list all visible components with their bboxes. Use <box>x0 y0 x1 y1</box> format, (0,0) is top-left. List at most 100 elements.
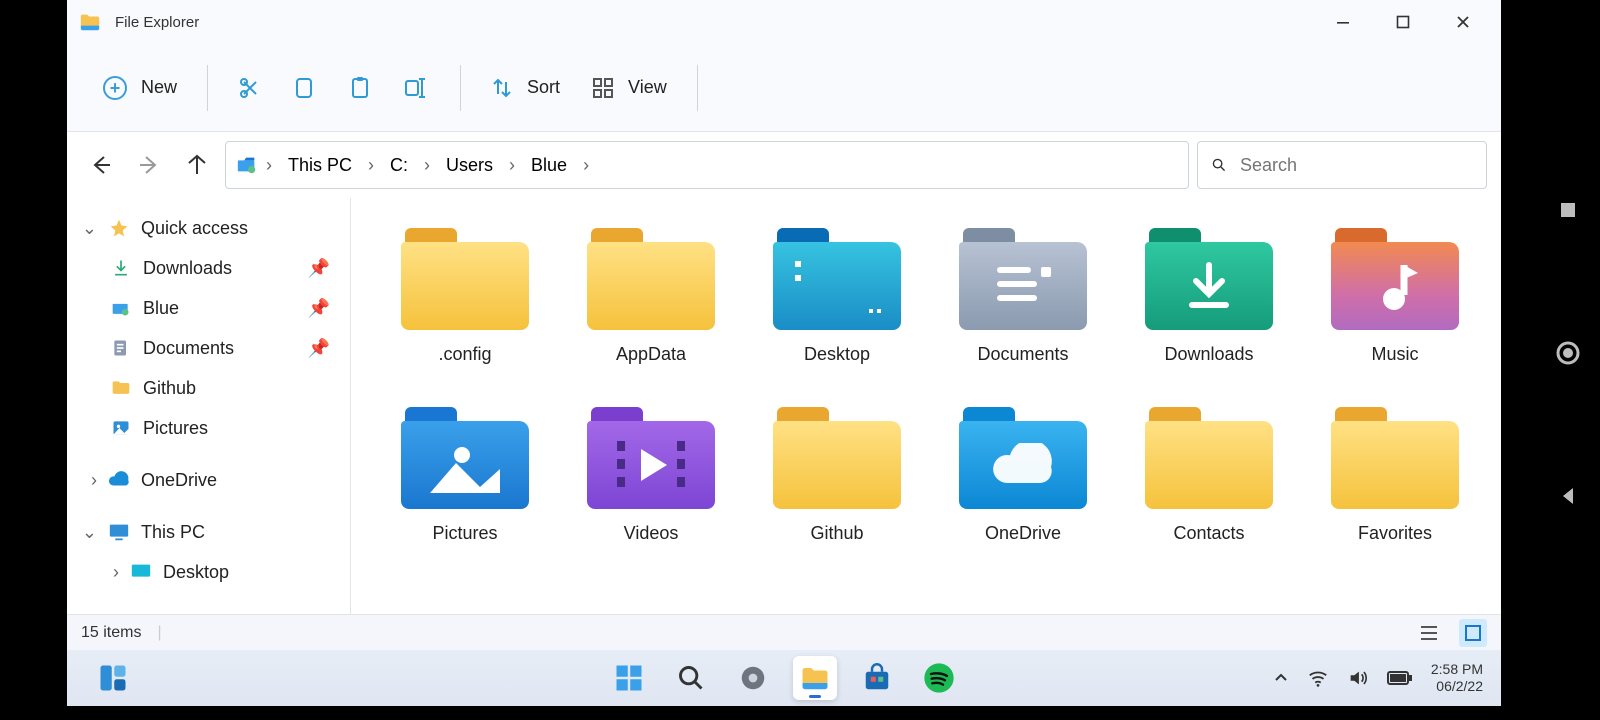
view-button[interactable]: View <box>576 65 683 111</box>
sidebar-onedrive[interactable]: › OneDrive <box>67 460 350 500</box>
folder-icon <box>401 228 529 330</box>
sidebar-item-desktop[interactable]: › Desktop <box>67 552 350 592</box>
start-button[interactable] <box>607 656 651 700</box>
time: 2:58 PM <box>1431 661 1483 679</box>
file-explorer-taskbar[interactable] <box>793 656 837 700</box>
minimize-button[interactable] <box>1313 0 1373 44</box>
arrow-right-icon <box>138 154 160 176</box>
crumb-blue[interactable]: Blue <box>523 151 575 180</box>
folder-item[interactable]: Desktop <box>747 222 927 371</box>
copy-button[interactable] <box>278 65 332 111</box>
search-icon <box>677 664 705 692</box>
address-bar[interactable]: › This PC › C: › Users › Blue › <box>225 141 1189 189</box>
clock[interactable]: 2:58 PM 06/2/22 <box>1431 661 1483 696</box>
store-button[interactable] <box>855 656 899 700</box>
item-count: 15 items <box>81 624 141 642</box>
toolbar: + New Sort View <box>67 44 1501 132</box>
folder-label: Desktop <box>804 344 870 365</box>
folder-label: Documents <box>977 344 1068 365</box>
home-button[interactable] <box>1554 339 1582 367</box>
folder-icon <box>587 407 715 509</box>
folder-icon <box>1145 407 1273 509</box>
back-button[interactable] <box>81 145 121 185</box>
crumb-this-pc[interactable]: This PC <box>280 151 360 180</box>
sidebar-item-blue[interactable]: Blue 📌 <box>67 288 350 328</box>
folder-item[interactable]: AppData <box>561 222 741 371</box>
new-label: New <box>141 77 177 98</box>
back-button[interactable] <box>1557 485 1579 507</box>
sidebar-item-label: Documents <box>143 338 234 359</box>
rename-button[interactable] <box>388 65 446 111</box>
chevron-right-icon: › <box>67 470 97 491</box>
chevron-right-icon: › <box>507 155 517 176</box>
new-button[interactable]: + New <box>87 65 193 111</box>
forward-button[interactable] <box>129 145 169 185</box>
close-button[interactable] <box>1433 0 1493 44</box>
maximize-button[interactable] <box>1373 0 1433 44</box>
sidebar-item-github[interactable]: Github <box>67 368 350 408</box>
device-navbar <box>1536 0 1600 706</box>
search-box[interactable] <box>1197 141 1487 189</box>
volume-icon[interactable] <box>1347 667 1369 689</box>
arrow-up-icon <box>186 154 208 176</box>
folder-item[interactable]: Downloads <box>1119 222 1299 371</box>
search-button[interactable] <box>669 656 713 700</box>
date: 06/2/22 <box>1431 678 1483 696</box>
gear-icon <box>738 663 768 693</box>
divider <box>697 65 698 111</box>
folder-item[interactable]: .config <box>375 222 555 371</box>
folder-icon <box>1331 407 1459 509</box>
wifi-icon[interactable] <box>1307 667 1329 689</box>
spotify-button[interactable] <box>917 656 961 700</box>
sidebar-item-downloads[interactable]: Downloads 📌 <box>67 248 350 288</box>
folder-icon <box>773 407 901 509</box>
folder-item[interactable]: Music <box>1305 222 1485 371</box>
title-bar: File Explorer <box>67 0 1501 44</box>
sort-button[interactable]: Sort <box>475 65 576 111</box>
crumb-users[interactable]: Users <box>438 151 501 180</box>
grid-icon <box>1463 623 1483 643</box>
sidebar-item-documents[interactable]: Documents 📌 <box>67 328 350 368</box>
widgets-button[interactable] <box>91 656 135 700</box>
folder-item[interactable]: Contacts <box>1119 401 1299 550</box>
folder-label: Github <box>810 523 863 544</box>
pin-icon: 📌 <box>308 258 340 279</box>
search-input[interactable] <box>1240 155 1472 176</box>
sidebar-item-label: Pictures <box>143 418 208 439</box>
folder-icon <box>107 378 135 398</box>
folder-item[interactable]: Favorites <box>1305 401 1485 550</box>
sidebar-this-pc[interactable]: ⌄ This PC <box>67 512 350 552</box>
sidebar-quick-access[interactable]: ⌄ Quick access <box>67 208 350 248</box>
crumb-c[interactable]: C: <box>382 151 416 180</box>
folder-icon <box>959 407 1087 509</box>
folder-icon <box>401 407 529 509</box>
folder-label: Favorites <box>1358 523 1432 544</box>
tray-chevron-up-icon[interactable] <box>1273 670 1289 686</box>
folder-label: Videos <box>624 523 679 544</box>
pin-icon: 📌 <box>308 338 340 359</box>
folder-item[interactable]: Pictures <box>375 401 555 550</box>
desktop-icon <box>127 561 155 583</box>
folder-item[interactable]: Github <box>747 401 927 550</box>
paste-button[interactable] <box>332 65 388 111</box>
sidebar-item-label: Blue <box>143 298 179 319</box>
folder-icon <box>959 228 1087 330</box>
view-label: View <box>628 77 667 98</box>
sidebar-item-label: Downloads <box>143 258 232 279</box>
up-button[interactable] <box>177 145 217 185</box>
folder-item[interactable]: Videos <box>561 401 741 550</box>
settings-button[interactable] <box>731 656 775 700</box>
recent-apps-button[interactable] <box>1557 199 1579 221</box>
icons-view-button[interactable] <box>1459 619 1487 647</box>
details-view-button[interactable] <box>1415 619 1443 647</box>
list-icon <box>1419 623 1439 643</box>
cut-button[interactable] <box>222 65 278 111</box>
folder-item[interactable]: Documents <box>933 222 1113 371</box>
sidebar-item-pictures[interactable]: Pictures <box>67 408 350 448</box>
plus-icon: + <box>103 76 127 100</box>
battery-icon[interactable] <box>1387 670 1413 686</box>
chevron-right-icon: › <box>422 155 432 176</box>
folder-item[interactable]: OneDrive <box>933 401 1113 550</box>
sidebar-item-label: Github <box>143 378 196 399</box>
store-icon <box>862 663 892 693</box>
